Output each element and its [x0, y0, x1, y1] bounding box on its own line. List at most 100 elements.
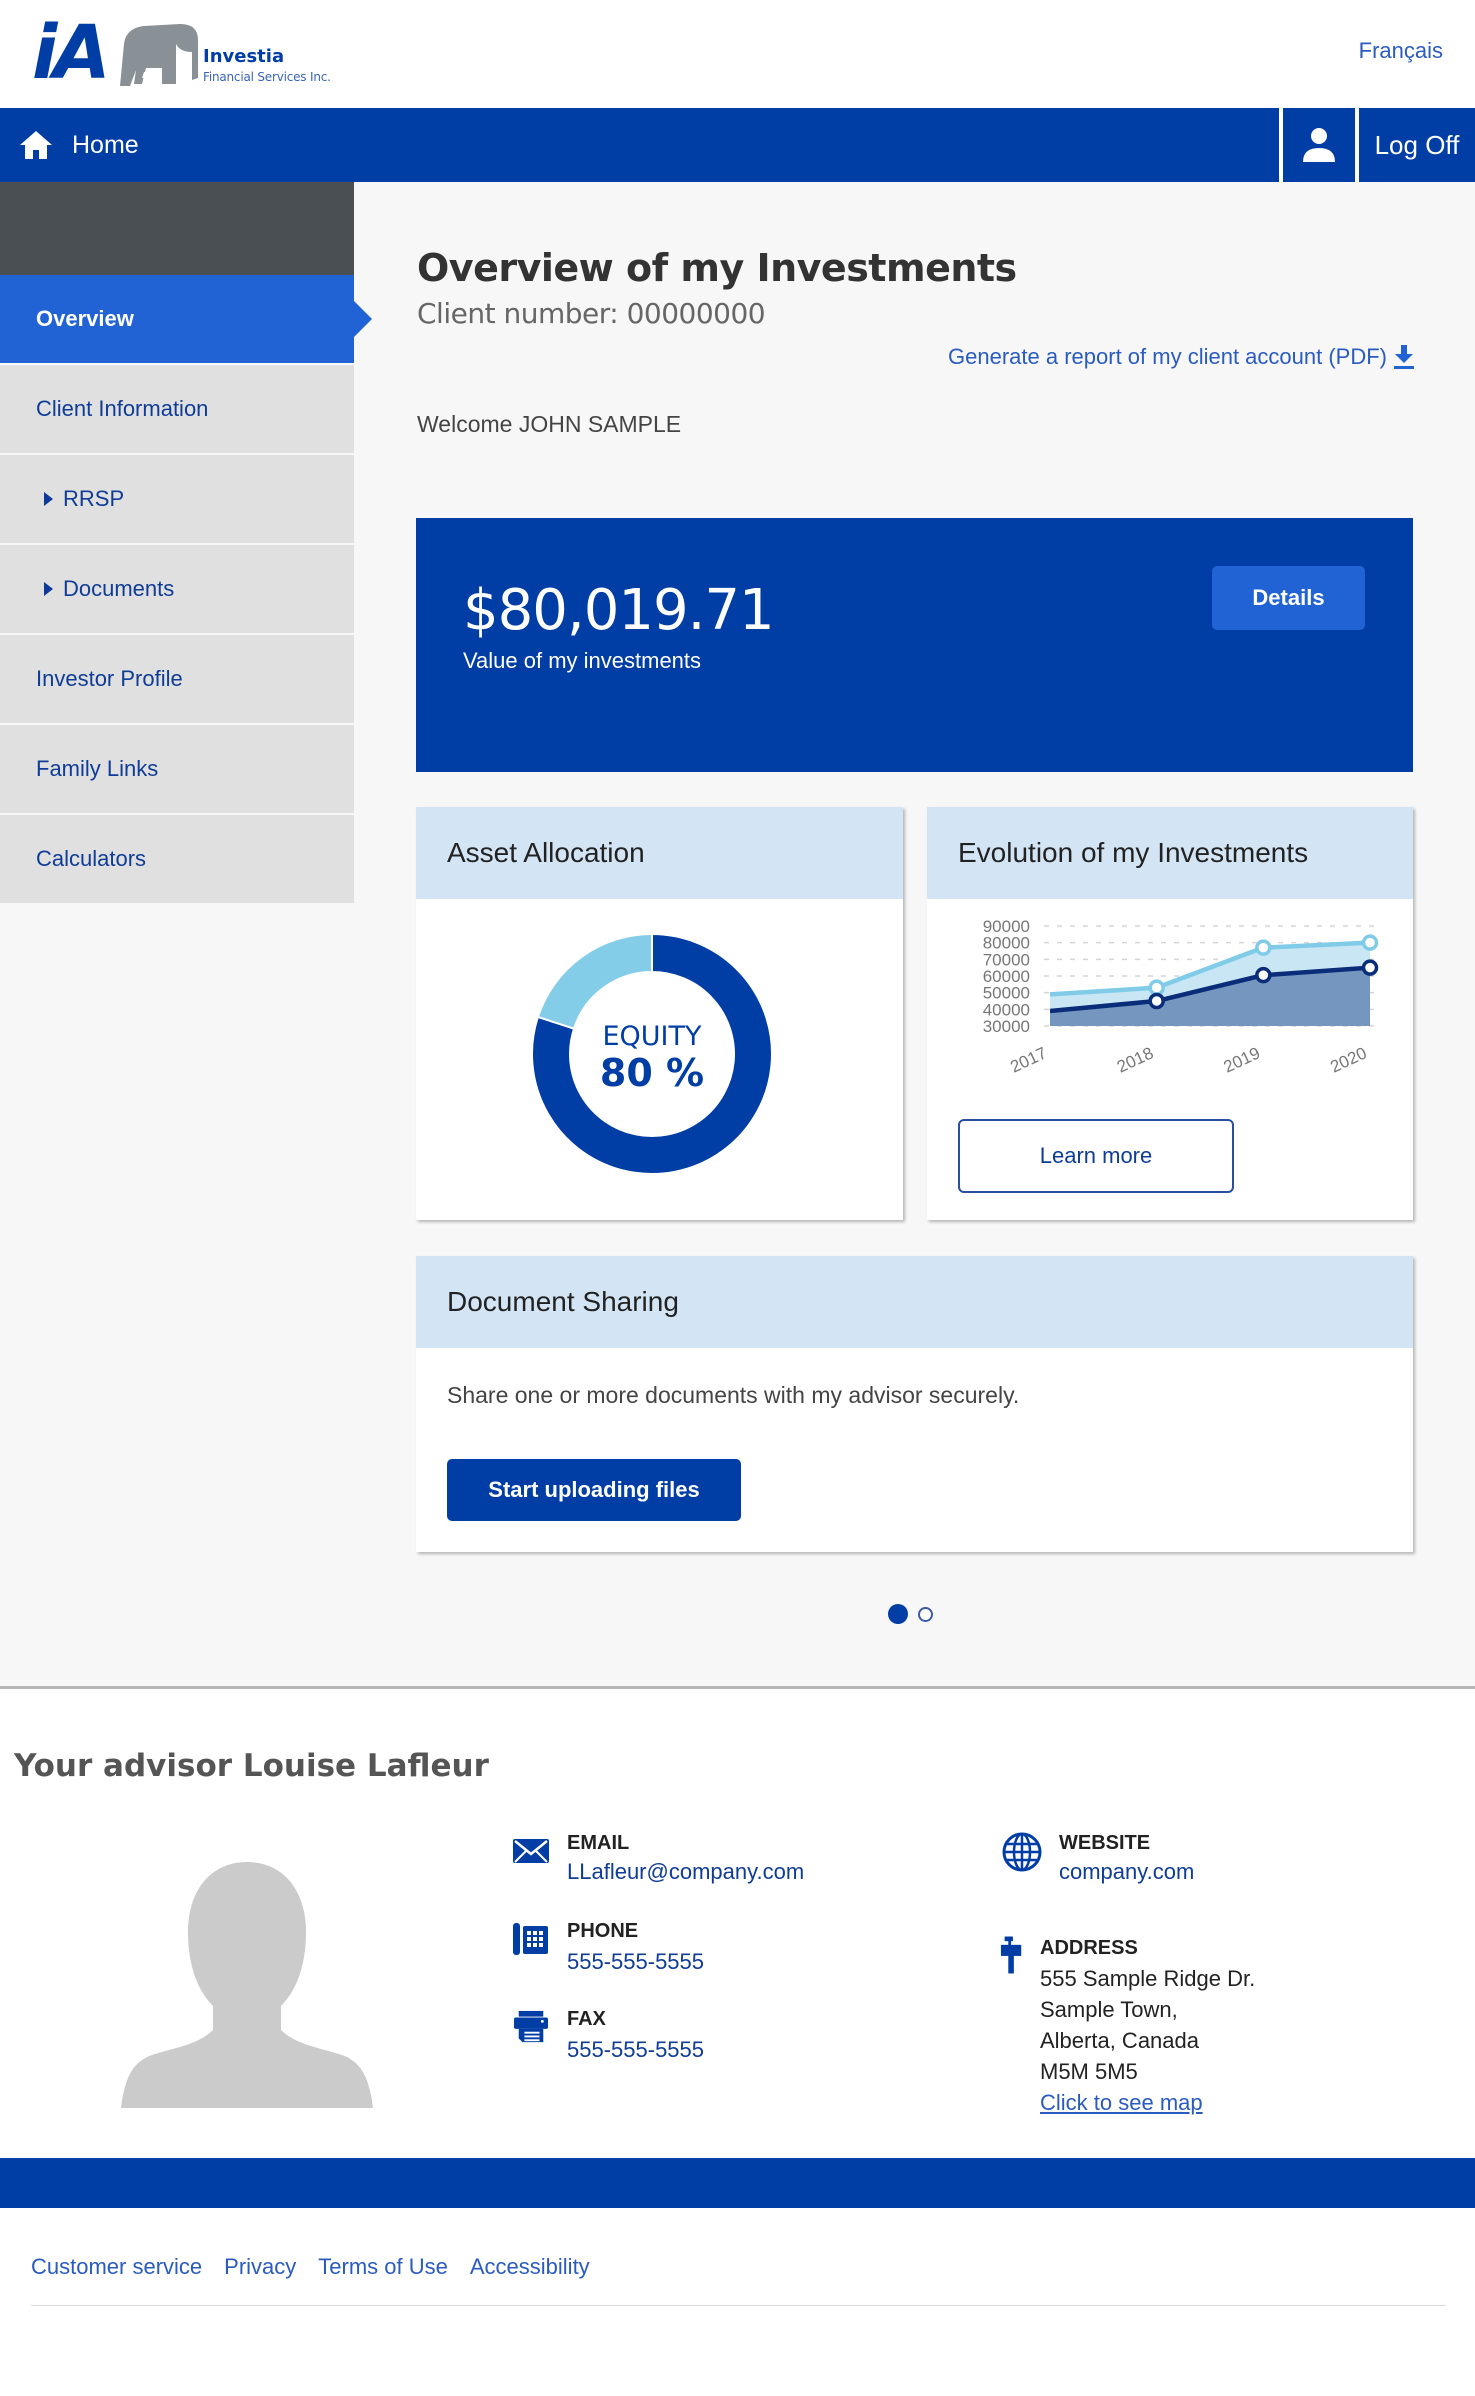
- home-nav-button[interactable]: Home: [0, 108, 1279, 182]
- address-label: ADDRESS: [1040, 1937, 1138, 1959]
- mailbox-icon: [1000, 1936, 1022, 1974]
- sidebar-item-label: Overview: [36, 306, 134, 331]
- elephant-logo-icon: [120, 24, 198, 86]
- brand-name: Investia: [203, 46, 285, 67]
- fax-icon: [514, 2010, 548, 2043]
- data-point: [1148, 992, 1165, 1010]
- investment-value-amount: $80,019.71: [463, 578, 775, 643]
- address-block: 555 Sample Ridge Dr. Sample Town, Albert…: [1040, 1963, 1255, 2118]
- footer-link-accessibility[interactable]: Accessibility: [470, 2254, 590, 2280]
- learn-more-button[interactable]: Learn more: [958, 1119, 1234, 1193]
- address-line-3: Alberta, Canada: [1040, 2028, 1199, 2053]
- sidebar-item-family-links[interactable]: Family Links: [0, 725, 354, 813]
- address-line-4: M5M 5M5: [1040, 2059, 1138, 2084]
- client-number: Client number: 00000000: [417, 297, 766, 330]
- website-link[interactable]: company.com: [1059, 1859, 1194, 1885]
- start-uploading-button[interactable]: Start uploading files: [447, 1459, 741, 1521]
- sidebar-item-label: Investor Profile: [36, 666, 183, 691]
- report-link-label: Generate a report of my client account (…: [948, 344, 1387, 369]
- sidebar-item-documents[interactable]: Documents: [0, 545, 354, 633]
- brand-subtitle: Financial Services Inc.: [203, 70, 331, 84]
- y-tick-label: 40000: [983, 1000, 1030, 1019]
- evolution-card: Evolution of my Investments 30000 40000 50…: [927, 807, 1413, 1220]
- user-profile-button[interactable]: [1283, 108, 1355, 182]
- data-point: [1255, 939, 1272, 956]
- advisor-name: Louise Lafleur: [242, 1748, 489, 1784]
- sidebar-item-rrsp[interactable]: RRSP: [0, 455, 354, 543]
- investment-value-label: Value of my investments: [463, 648, 702, 673]
- sidebar-item-calculators[interactable]: Calculators: [0, 815, 354, 903]
- footer-bar: [0, 2158, 1475, 2208]
- sidebar-item-label: Documents: [63, 576, 175, 601]
- y-tick-label: 50000: [983, 984, 1030, 1003]
- fax-link[interactable]: 555-555-5555: [567, 2037, 704, 2063]
- data-point: [1255, 966, 1272, 984]
- document-sharing-card: Document Sharing Share one or more docum…: [416, 1256, 1413, 1552]
- company-logo[interactable]: iA Investia Financial Services Inc.: [30, 10, 360, 96]
- footer-link-privacy[interactable]: Privacy: [224, 2254, 296, 2280]
- sidebar-item-label: Client Information: [36, 396, 209, 421]
- email-label: EMAIL: [567, 1832, 630, 1854]
- sidebar-nav: Overview Client Information RRSP Documen…: [0, 182, 372, 905]
- fax-label: FAX: [567, 2008, 606, 2030]
- website-label: WEBSITE: [1059, 1832, 1151, 1854]
- sidebar-header: [0, 182, 354, 275]
- footer-links: Customer service Privacy Terms of Use Ac…: [31, 2254, 612, 2280]
- sidebar-item-overview[interactable]: Overview: [0, 275, 372, 363]
- x-tick-label: 2017: [1007, 1043, 1049, 1076]
- user-icon: [1303, 128, 1335, 162]
- caret-right-icon: [44, 582, 53, 596]
- email-link[interactable]: LLafleur@company.com: [567, 1859, 804, 1885]
- donut-center-value: 80 %: [599, 1051, 705, 1095]
- evolution-area-chart: 30000400005000060000700008000090000 2017 2…: [983, 917, 1379, 1077]
- y-tick-label: 60000: [983, 967, 1030, 986]
- footer-divider: [31, 2305, 1445, 2306]
- data-point: [1361, 959, 1379, 976]
- carousel-dot-2[interactable]: [918, 1606, 933, 1622]
- caret-right-icon: [44, 492, 53, 506]
- language-toggle-link[interactable]: Français: [1359, 38, 1443, 64]
- details-button[interactable]: Details: [1212, 566, 1365, 630]
- phone-label: PHONE: [567, 1920, 639, 1942]
- top-nav-bar: Home Log Off: [0, 108, 1475, 182]
- address-line-2: Sample Town,: [1040, 1997, 1178, 2022]
- investment-value-card: $80,019.71 Value of my investments Detai…: [416, 518, 1413, 772]
- section-divider: [0, 1686, 1475, 1689]
- sidebar-item-label: Family Links: [36, 756, 159, 781]
- sidebar-item-investor-profile[interactable]: Investor Profile: [0, 635, 354, 723]
- document-sharing-title: Document Sharing: [416, 1256, 1413, 1348]
- evolution-title: Evolution of my Investments: [927, 807, 1413, 899]
- advisor-avatar-placeholder: [121, 1862, 373, 2108]
- page-title: Overview of my Investments: [417, 246, 1017, 290]
- data-point: [1361, 934, 1379, 951]
- advisor-title-prefix: Your advisor: [14, 1748, 233, 1784]
- footer-link-terms-of-use[interactable]: Terms of Use: [318, 2254, 448, 2280]
- x-tick-label: 2019: [1221, 1043, 1263, 1076]
- phone-icon: [513, 1923, 548, 1955]
- y-tick-label: 90000: [983, 917, 1030, 936]
- welcome-message: Welcome JOHN SAMPLE: [417, 411, 682, 437]
- sidebar-item-label: Calculators: [36, 846, 147, 871]
- download-icon: [1394, 345, 1414, 369]
- generate-report-link[interactable]: Generate a report of my client account (…: [948, 344, 1415, 370]
- sidebar-item-label: RRSP: [63, 486, 125, 511]
- x-tick-label: 2018: [1114, 1043, 1156, 1076]
- y-tick-label: 70000: [983, 950, 1030, 969]
- address-line-1: 555 Sample Ridge Dr.: [1040, 1966, 1256, 1991]
- y-tick-label: 30000: [983, 1017, 1030, 1036]
- footer-link-customer-service[interactable]: Customer service: [31, 2254, 202, 2280]
- home-label: Home: [72, 130, 139, 159]
- log-off-button[interactable]: Log Off: [1359, 108, 1475, 182]
- donut-center-label: EQUITY: [602, 1021, 702, 1052]
- advisor-heading: Your advisor Louise Lafleur: [14, 1748, 489, 1784]
- see-map-link[interactable]: Click to see map: [1040, 2090, 1203, 2115]
- globe-icon: [1002, 1832, 1042, 1872]
- sidebar-item-client-information[interactable]: Client Information: [0, 365, 354, 453]
- phone-link[interactable]: 555-555-5555: [567, 1949, 704, 1975]
- logo-mark: iA: [32, 10, 111, 96]
- home-icon: [20, 131, 52, 159]
- y-tick-label: 80000: [983, 934, 1030, 953]
- carousel-pagination: [888, 1604, 943, 1624]
- x-tick-label: 2020: [1327, 1043, 1369, 1076]
- carousel-dot-1[interactable]: [888, 1604, 908, 1624]
